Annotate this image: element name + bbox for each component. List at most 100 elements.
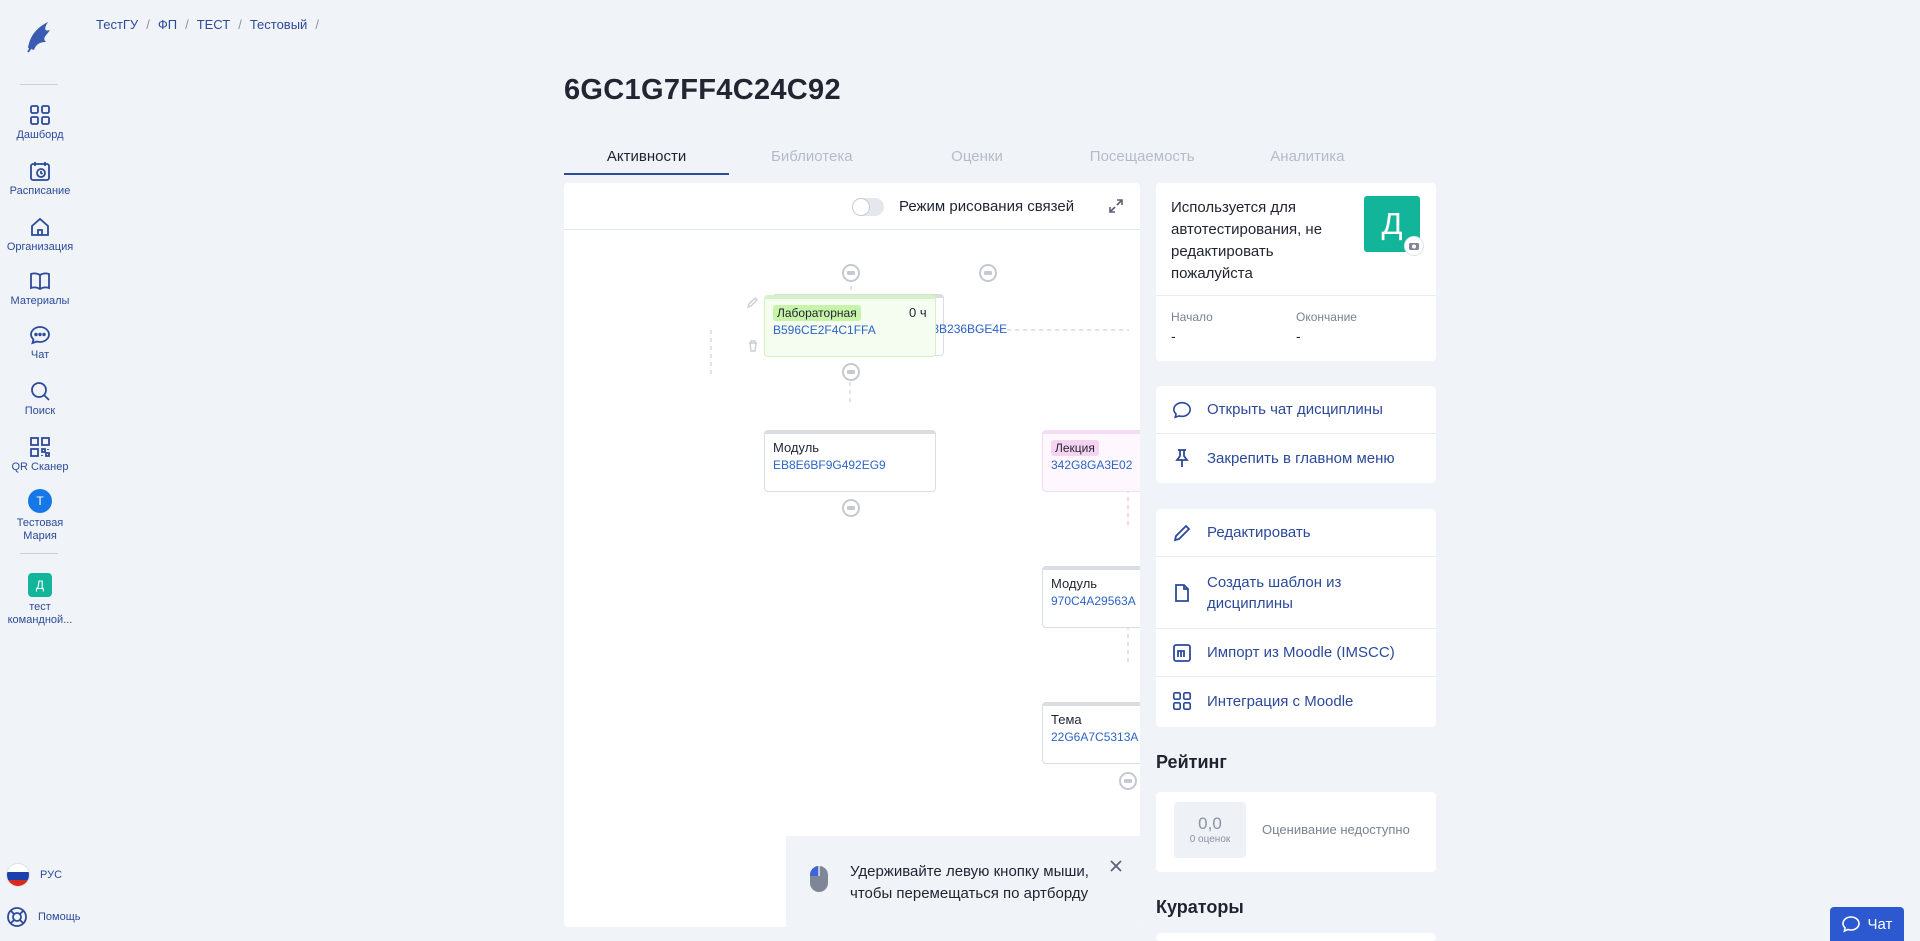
dates-row: Начало - Окончание - [1156, 295, 1436, 344]
discipline-actions-card: Редактировать Создать шаблон из дисципли… [1156, 509, 1436, 727]
rating-note: Оценивание недоступно [1262, 822, 1410, 837]
curators-card [1156, 933, 1436, 941]
node-code: 970C4A29563A [1051, 594, 1136, 608]
moodle-integration-button[interactable]: Интеграция с Moodle [1156, 677, 1436, 725]
node-label: Модуль [773, 440, 820, 455]
hint-line1: Удерживайте левую кнопку мыши, [850, 863, 1089, 880]
book-icon [30, 272, 50, 291]
sidebar: Дашборд Расписание Организация Материалы… [0, 0, 81, 941]
tab-library[interactable]: Библиотека [729, 146, 894, 175]
avatar: T [28, 489, 52, 513]
discipline-info-card: Используется для автотестирования, не ре… [1156, 183, 1436, 361]
file-icon [1175, 584, 1189, 602]
sidebar-item-search[interactable]: Поиск [0, 380, 80, 418]
russia-flag-icon [6, 863, 30, 887]
home-icon [31, 217, 49, 236]
sidebar-item-qr-scanner[interactable]: QR Сканер [0, 436, 80, 474]
sidebar-user[interactable]: T Тестовая Мария [0, 489, 80, 543]
fullscreen-icon[interactable] [1107, 197, 1125, 215]
sidebar-item-label: Расписание [9, 185, 71, 197]
draw-mode-label: Режим рисования связей [899, 198, 1075, 215]
calendar-icon [30, 162, 50, 181]
chat-button-label: Чат [1867, 915, 1893, 933]
node-label: Тема [1051, 712, 1082, 727]
edit-button[interactable]: Редактировать [1156, 509, 1436, 557]
chat-widget-button[interactable]: Чат [1830, 907, 1904, 941]
pin-to-menu-button[interactable]: Закрепить в главном меню [1156, 434, 1436, 482]
logo-icon[interactable] [22, 18, 56, 54]
sidebar-item-label: QR Сканер [11, 461, 69, 473]
port-bottom[interactable] [1119, 772, 1137, 790]
edit-icon[interactable] [746, 295, 760, 309]
start-date: Начало - [1171, 310, 1213, 344]
pan-hint: Удерживайте левую кнопку мыши, чтобы пер… [786, 836, 1140, 927]
tab-bar: Активности Библиотека Оценки Посещаемост… [564, 146, 1390, 175]
draw-mode-toggle[interactable] [852, 198, 884, 216]
breadcrumb: ТестГУ / ФП / ТЕСТ / Тестовый / [96, 17, 319, 32]
qr-icon [30, 437, 50, 457]
node-tag: Лабораторная [773, 305, 861, 321]
chat-icon [30, 326, 50, 345]
node-hours: 0 ч [909, 305, 927, 320]
curators-title: Кураторы [1156, 897, 1244, 917]
node-module-1[interactable]: Модуль EB8E6BF9G492EG9 [764, 430, 936, 492]
breadcrumb-item[interactable]: ФП [158, 17, 177, 32]
activity-artboard[interactable]: Режим рисования связей а 553B236BGE4E Ла… [564, 183, 1140, 927]
node-topic-2[interactable]: Тема 22G6A7C5313A [1042, 702, 1140, 764]
mouse-icon [810, 866, 828, 892]
sidebar-item-materials[interactable]: Материалы [0, 270, 80, 308]
port-top[interactable] [979, 264, 997, 282]
node-tag: Лекция [1051, 440, 1099, 456]
trash-icon[interactable] [746, 339, 760, 353]
node-lab[interactable]: Лабораторная 0 ч B596CE2F4C1FFA [764, 295, 936, 357]
team-name-line2: командной... [7, 614, 73, 626]
moodle-icon [1173, 644, 1191, 662]
sidebar-team[interactable]: Д тест командной... [0, 573, 80, 627]
search-icon [31, 382, 50, 401]
sidebar-item-label: Организация [6, 241, 74, 253]
discipline-avatar[interactable]: Д [1364, 196, 1424, 256]
node-code: 22G6A7C5313A [1051, 730, 1139, 744]
grid-icon [1173, 692, 1191, 710]
sidebar-item-label: Материалы [10, 295, 70, 307]
rating-score: 0,0 0 оценок [1174, 802, 1246, 858]
port-bottom[interactable] [842, 363, 860, 381]
node-module-2[interactable]: Модуль 970C4A29563A [1042, 566, 1140, 628]
page-title: 6GC1G7FF4C24C92 [564, 74, 841, 106]
sidebar-item-chat[interactable]: Чат [0, 324, 80, 362]
create-template-button[interactable]: Создать шаблон из дисциплины [1156, 557, 1436, 629]
moodle-import-button[interactable]: Импорт из Moodle (IMSCC) [1156, 629, 1436, 677]
user-name-line1: Тестовая [16, 517, 64, 529]
node-code: B596CE2F4C1FFA [773, 323, 876, 337]
sidebar-item-dashboard[interactable]: Дашборд [0, 104, 80, 142]
chat-icon [1172, 401, 1192, 419]
tab-attendance[interactable]: Посещаемость [1060, 146, 1225, 175]
hint-line2: чтобы перемещаться по артборду [850, 885, 1089, 902]
breadcrumb-item[interactable]: ТестГУ [96, 17, 138, 32]
grid-icon [30, 105, 50, 125]
end-date: Окончание - [1296, 310, 1357, 344]
tab-activities[interactable]: Активности [564, 146, 730, 175]
language-label: РУС [40, 869, 63, 881]
breadcrumb-item[interactable]: Тестовый [250, 17, 308, 32]
camera-icon[interactable] [1404, 236, 1424, 256]
sidebar-item-label: Поиск [24, 405, 56, 417]
language-selector[interactable]: РУС [6, 863, 62, 887]
help-link[interactable]: Помощь [6, 906, 81, 928]
user-name-line2: Мария [23, 530, 57, 542]
port-top[interactable] [842, 264, 860, 282]
port-bottom[interactable] [842, 499, 860, 517]
node-code: EB8E6BF9G492EG9 [773, 458, 886, 472]
node-lecture[interactable]: Лекция 342G8GA3E02 [1042, 430, 1140, 492]
team-name-line1: тест [29, 601, 51, 613]
open-chat-button[interactable]: Открыть чат дисциплины [1156, 386, 1436, 434]
breadcrumb-item[interactable]: ТЕСТ [197, 17, 231, 32]
node-code: 342G8GA3E02 [1051, 458, 1133, 472]
sidebar-item-organization[interactable]: Организация [0, 216, 80, 254]
sidebar-item-schedule[interactable]: Расписание [0, 160, 80, 198]
rating-title: Рейтинг [1156, 752, 1227, 772]
close-icon[interactable] [1109, 859, 1123, 873]
pin-icon [1175, 449, 1189, 467]
tab-grades[interactable]: Оценки [894, 146, 1059, 175]
tab-analytics[interactable]: Аналитика [1225, 146, 1390, 175]
